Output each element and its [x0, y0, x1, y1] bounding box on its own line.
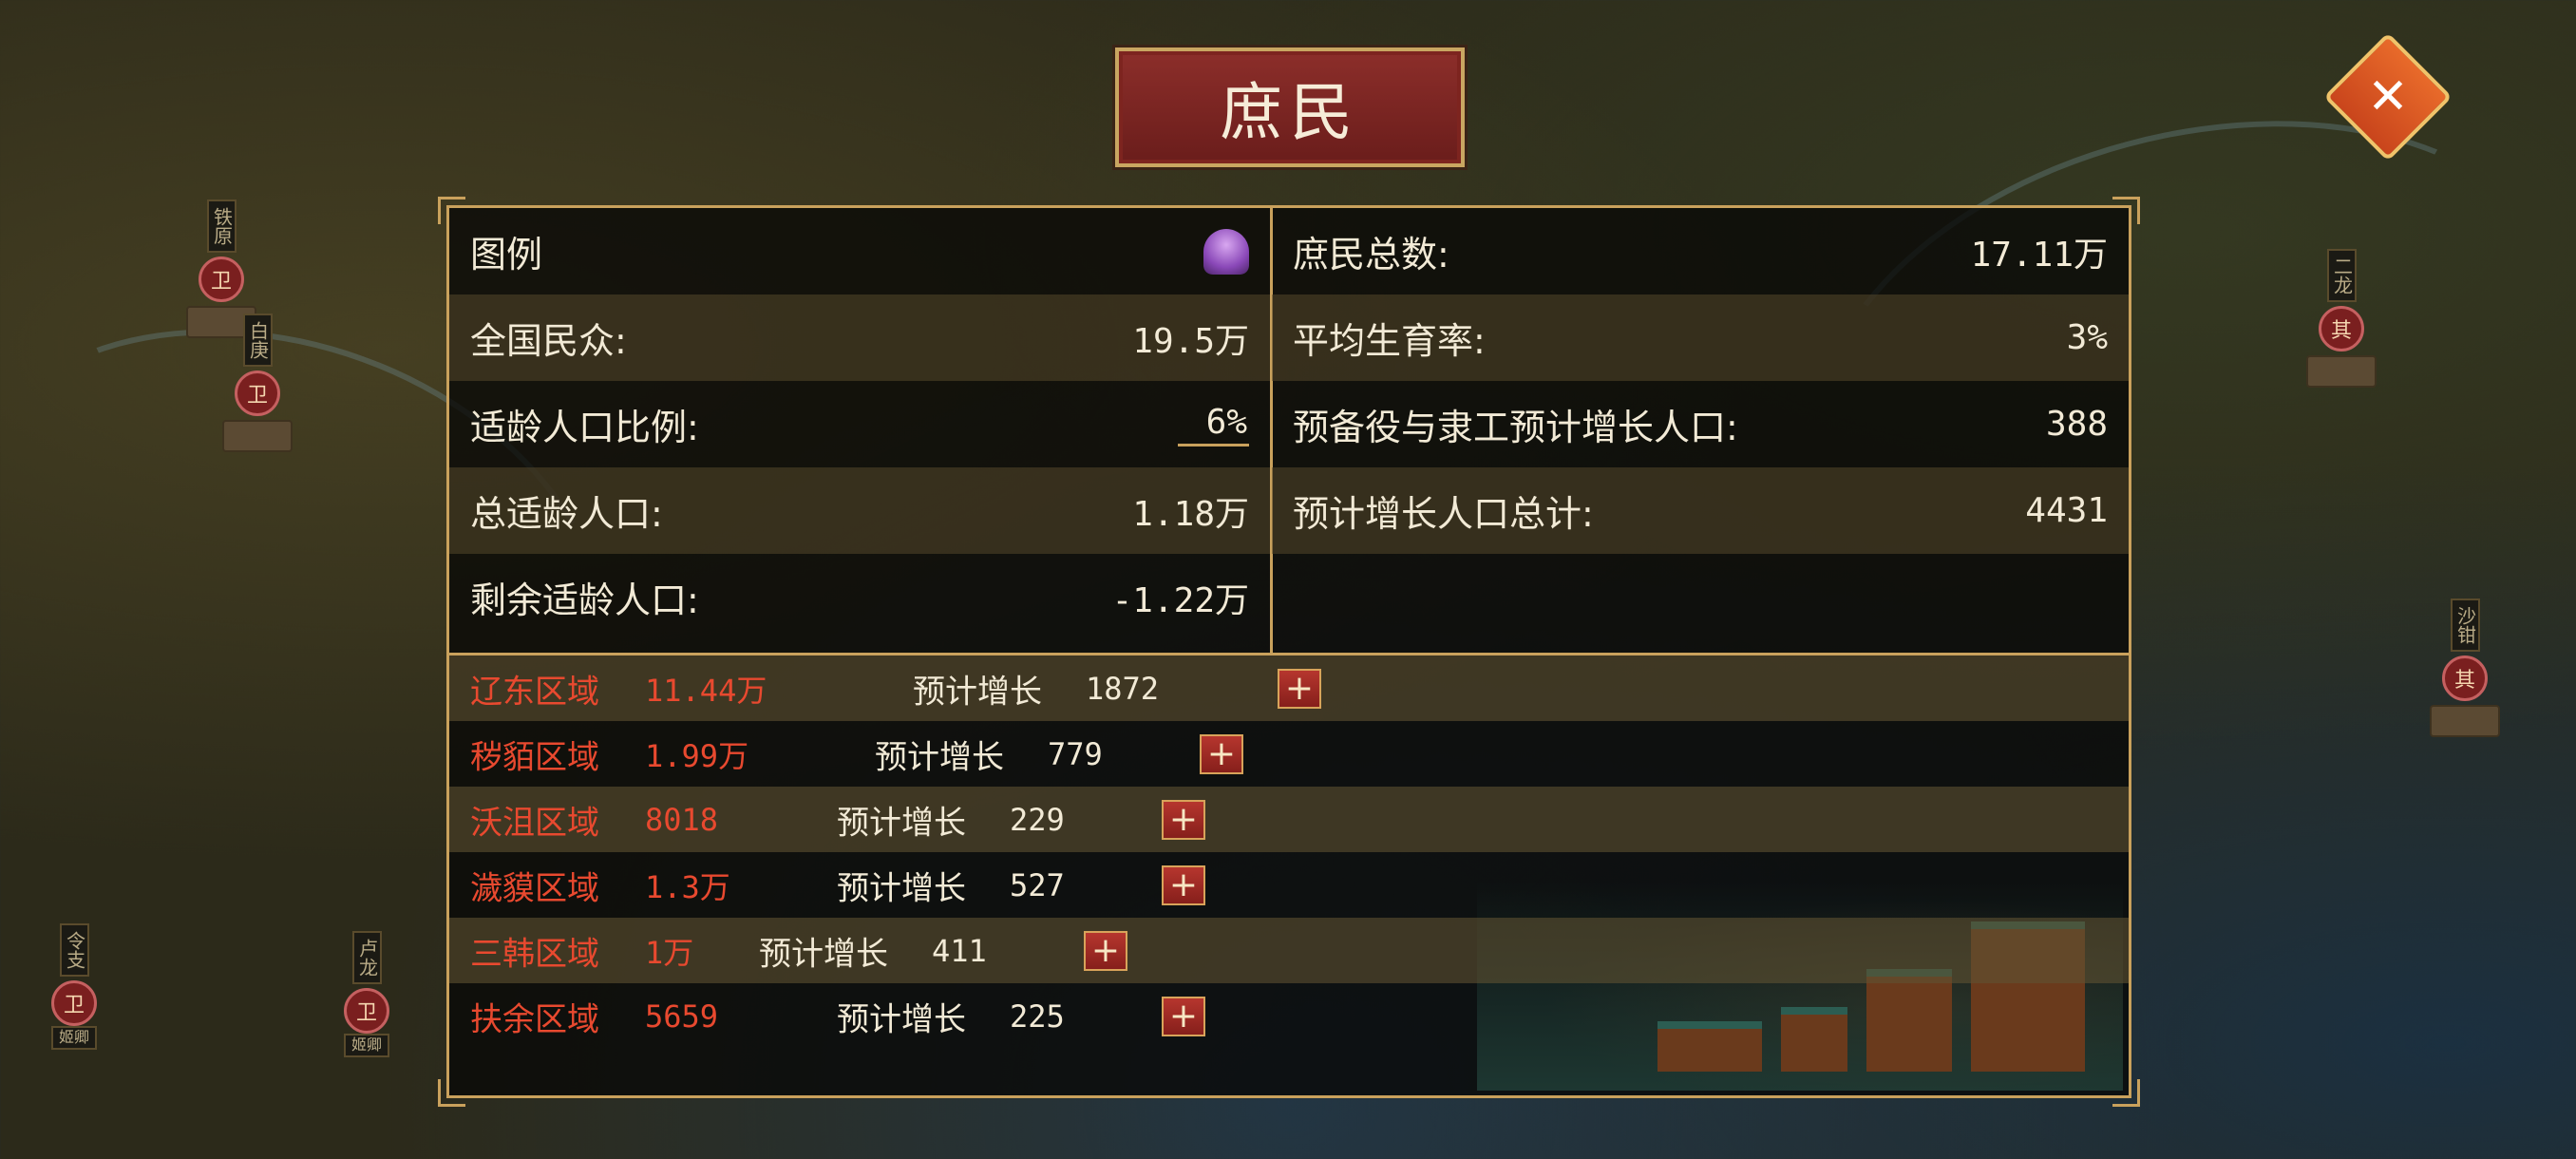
region-row: 三韩区域 1万 预计增长 411 + [449, 918, 2129, 983]
growth-value: 1872 [1086, 670, 1160, 707]
growth-value: 411 [932, 932, 987, 969]
city-building-icon [2430, 705, 2500, 737]
faction-seal: 卫 [235, 370, 280, 416]
growth-label: 预计增长 [759, 935, 888, 973]
avg-birth-rate-row: 平均生育率: 3% [1272, 294, 2129, 381]
faction-seal: 卫 [199, 256, 244, 302]
add-button[interactable]: + [1084, 930, 1127, 971]
region-name: 扶余区域 [470, 1000, 599, 1038]
flag-label: 姬卿 [50, 1026, 97, 1050]
add-button[interactable]: + [1200, 733, 1243, 774]
faction-seal: 卫 [51, 980, 97, 1026]
growth-value: 225 [1010, 998, 1065, 1035]
population-figures-icon[interactable] [1203, 228, 1249, 275]
stats-section: 图例 全国民众: 19.5万 适龄人口比例: 6% 总适龄人口: 1.18万 剩… [449, 208, 2129, 656]
total-working-age-label: 总适龄人口: [470, 493, 663, 535]
map-marker-city[interactable]: 卢龙 卫 姬卿 [342, 931, 391, 1057]
working-age-ratio-label: 适龄人口比例: [470, 407, 699, 448]
growth-value: 229 [1010, 801, 1065, 838]
flag-label: 姬卿 [343, 1034, 389, 1057]
total-working-age-value: 1.18万 [1132, 494, 1249, 534]
add-button[interactable]: + [1162, 864, 1205, 905]
close-icon: ✕ [2367, 68, 2409, 125]
region-population: 1.3万 [645, 868, 730, 905]
projected-total-row: 预计增长人口总计: 4431 [1272, 467, 2129, 554]
region-population: 8018 [645, 801, 719, 838]
working-age-ratio-value[interactable]: 6% [1177, 403, 1249, 446]
faction-seal: 卫 [344, 988, 389, 1034]
growth-label: 预计增长 [837, 804, 966, 842]
add-button[interactable]: + [1278, 668, 1321, 709]
region-name: 辽东区域 [470, 673, 599, 711]
growth-label: 预计增长 [837, 1000, 966, 1038]
legend-row: 图例 [449, 208, 1270, 294]
national-population-label: 全国民众: [470, 320, 627, 362]
empty-row [1272, 554, 2129, 640]
commoners-total-label: 庶民总数: [1293, 234, 1449, 276]
projected-total-value: 4431 [2025, 491, 2108, 530]
faction-seal: 其 [2442, 656, 2488, 701]
region-row: 扶余区域 5659 预计增长 225 + [449, 983, 2129, 1049]
growth-label: 预计增长 [875, 738, 1004, 776]
remaining-working-age-row: 剩余适龄人口: -1.22万 [449, 554, 1270, 640]
city-building-icon [2306, 355, 2377, 388]
faction-seal: 其 [2319, 306, 2364, 352]
avg-birth-rate-label: 平均生育率: [1293, 320, 1486, 362]
city-name: 沙钳 [2450, 598, 2480, 652]
commoners-total-value: 17.11万 [1970, 235, 2108, 275]
region-row: 秽貊区域 1.99万 预计增长 779 + [449, 721, 2129, 787]
city-name: 卢龙 [351, 931, 382, 984]
avg-birth-rate-value: 3% [2066, 318, 2108, 357]
map-marker-city[interactable]: 白庚 卫 [222, 314, 293, 452]
legend-label: 图例 [470, 234, 543, 276]
region-name: 沃沮区域 [470, 804, 599, 842]
city-name: 白庚 [242, 314, 273, 367]
region-population: 11.44万 [645, 672, 767, 709]
map-marker-city[interactable]: 二龙 其 [2306, 249, 2377, 388]
region-population: 1万 [645, 934, 694, 971]
region-name: 三韩区域 [470, 935, 599, 973]
region-population: 1.99万 [645, 737, 749, 774]
region-population: 5659 [645, 998, 719, 1035]
working-age-ratio-row: 适龄人口比例: 6% [449, 381, 1270, 467]
national-population-value: 19.5万 [1132, 321, 1249, 361]
map-marker-city[interactable]: 沙钳 其 [2430, 598, 2500, 737]
page-title: 庶民 [1115, 48, 1465, 167]
growth-label: 预计增长 [913, 673, 1042, 711]
reserve-growth-row: 预备役与隶工预计增长人口: 388 [1272, 381, 2129, 467]
add-button[interactable]: + [1162, 799, 1205, 840]
stats-left-column: 图例 全国民众: 19.5万 适龄人口比例: 6% 总适龄人口: 1.18万 剩… [449, 208, 1273, 653]
commoners-total-row: 庶民总数: 17.11万 [1272, 208, 2129, 294]
stats-right-column: 庶民总数: 17.11万 平均生育率: 3% 预备役与隶工预计增长人口: 388… [1272, 208, 2129, 653]
map-marker-city[interactable]: 令支 卫 姬卿 [49, 923, 99, 1050]
growth-label: 预计增长 [837, 869, 966, 907]
growth-value: 779 [1048, 735, 1103, 772]
national-population-row: 全国民众: 19.5万 [449, 294, 1270, 381]
remaining-working-age-value: -1.22万 [1111, 580, 1249, 620]
region-name: 秽貊区域 [470, 738, 599, 776]
city-building-icon [222, 420, 293, 452]
city-name: 令支 [59, 923, 89, 977]
reserve-growth-value: 388 [2045, 405, 2108, 444]
population-panel: 图例 全国民众: 19.5万 适龄人口比例: 6% 总适龄人口: 1.18万 剩… [438, 197, 2140, 1107]
region-list: 辽东区域 11.44万 预计增长 1872 + 秽貊区域 1.99万 预计增长 … [449, 656, 2129, 1096]
total-working-age-row: 总适龄人口: 1.18万 [449, 467, 1270, 554]
projected-total-label: 预计增长人口总计: [1293, 493, 1594, 535]
growth-value: 527 [1010, 866, 1065, 903]
city-name: 铁原 [206, 200, 237, 253]
reserve-growth-label: 预备役与隶工预计增长人口: [1293, 407, 1738, 448]
add-button[interactable]: + [1162, 996, 1205, 1036]
region-row: 沃沮区域 8018 预计增长 229 + [449, 787, 2129, 852]
city-name: 二龙 [2326, 249, 2357, 302]
remaining-working-age-label: 剩余适龄人口: [470, 580, 699, 621]
region-name: 濊貘区域 [470, 869, 599, 907]
region-row: 濊貘区域 1.3万 预计增长 527 + [449, 852, 2129, 918]
region-row: 辽东区域 11.44万 预计增长 1872 + [449, 656, 2129, 721]
